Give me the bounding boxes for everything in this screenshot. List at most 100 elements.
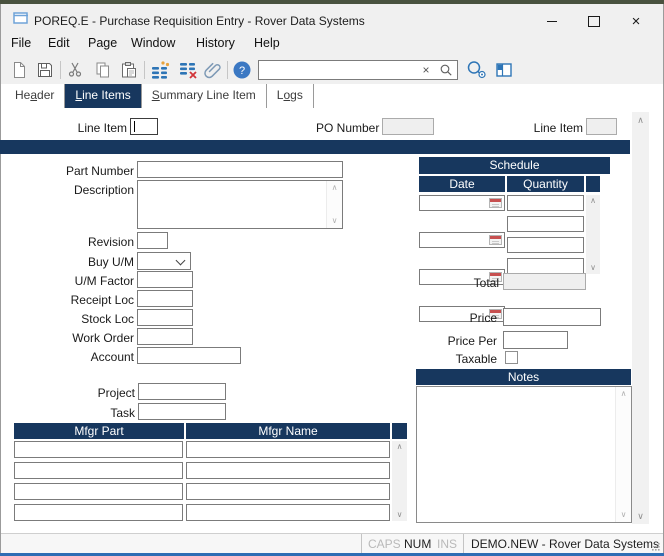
account-input[interactable] <box>137 347 241 364</box>
delete-line-button[interactable] <box>176 58 200 82</box>
revision-input[interactable] <box>137 232 168 249</box>
line-item-label: Line Item <box>60 121 127 135</box>
scroll-down-icon[interactable]: ∨ <box>632 508 649 524</box>
task-input[interactable] <box>138 403 226 420</box>
attachment-button[interactable] <box>201 58 225 82</box>
menu-window[interactable]: Window <box>131 30 175 57</box>
mfgr-name-input[interactable] <box>186 504 390 521</box>
toolbar-separator <box>144 61 145 79</box>
clear-search-icon[interactable]: × <box>419 62 433 78</box>
copy-button[interactable] <box>91 58 115 82</box>
line-item-input[interactable] <box>130 118 158 135</box>
layout-button[interactable] <box>492 58 516 82</box>
menu-file[interactable]: File <box>11 30 31 57</box>
mfgr-name-input[interactable] <box>186 483 390 500</box>
main-scrollbar[interactable]: ∧ ∨ <box>632 112 649 524</box>
cut-button[interactable] <box>64 58 88 82</box>
work-order-label: Work Order <box>34 331 134 345</box>
scroll-up-icon[interactable]: ∧ <box>616 388 631 400</box>
scroll-up-icon[interactable]: ∧ <box>632 112 649 128</box>
date-picker-button[interactable] <box>489 198 502 208</box>
search-icon[interactable] <box>439 63 453 80</box>
menu-history[interactable]: History <box>196 30 235 57</box>
taxable-label: Taxable <box>397 352 497 366</box>
scroll-down-icon[interactable]: ∨ <box>392 509 407 521</box>
mfgr-scrollbar[interactable]: ∧ ∨ <box>392 441 407 521</box>
toolbar-separator <box>60 61 61 79</box>
help-icon: ? <box>231 59 253 81</box>
mfgr-part-column-header: Mfgr Part <box>14 423 184 439</box>
stock-loc-input[interactable] <box>137 309 193 326</box>
mfgr-name-input[interactable] <box>186 462 390 479</box>
scroll-up-icon[interactable]: ∧ <box>392 441 407 453</box>
scroll-up-icon[interactable]: ∧ <box>586 195 600 207</box>
schedule-quantity-input[interactable] <box>507 237 584 253</box>
scroll-down-icon[interactable]: ∨ <box>586 262 600 274</box>
save-icon <box>34 59 56 81</box>
minimize-icon <box>547 21 557 22</box>
section-divider <box>0 140 630 154</box>
tab-summary-line-item[interactable]: Summary Line Item <box>142 84 267 108</box>
receipt-loc-input[interactable] <box>137 290 193 307</box>
description-scrollbar[interactable]: ∧ ∨ <box>326 181 342 228</box>
stock-loc-label: Stock Loc <box>34 312 134 326</box>
notes-textarea[interactable]: ∧ ∨ <box>416 386 632 523</box>
lookup-button[interactable] <box>465 58 489 82</box>
menu-page[interactable]: Page <box>88 30 117 57</box>
new-document-button[interactable] <box>7 58 31 82</box>
receipt-loc-label: Receipt Loc <box>34 293 134 307</box>
scroll-up-icon[interactable]: ∧ <box>327 182 342 194</box>
price-input[interactable] <box>503 308 601 326</box>
account-label: Account <box>34 350 134 364</box>
ins-indicator: INS <box>437 537 457 551</box>
menu-edit[interactable]: Edit <box>48 30 70 57</box>
insert-row-icon <box>149 59 171 81</box>
taxable-checkbox[interactable] <box>505 351 518 364</box>
num-indicator: NUM <box>404 537 431 551</box>
mfgr-part-input[interactable] <box>14 462 183 479</box>
schedule-quantity-input[interactable] <box>507 258 584 274</box>
mfgr-part-input[interactable] <box>14 483 183 500</box>
schedule-date-input[interactable] <box>419 195 505 211</box>
paste-button[interactable] <box>117 58 141 82</box>
scroll-down-icon[interactable]: ∨ <box>616 509 631 521</box>
insert-line-button[interactable] <box>148 58 172 82</box>
menu-help[interactable]: Help <box>254 30 280 57</box>
paste-icon <box>118 59 140 81</box>
project-input[interactable] <box>138 383 226 400</box>
schedule-quantity-input[interactable] <box>507 195 584 211</box>
mfgr-name-input[interactable] <box>186 441 390 458</box>
notes-scrollbar[interactable]: ∧ ∨ <box>615 387 631 522</box>
um-factor-input[interactable] <box>137 271 193 288</box>
search-input[interactable] <box>261 62 425 80</box>
project-label: Project <box>35 386 135 400</box>
part-number-input[interactable] <box>137 161 343 178</box>
line-item2-input <box>586 118 617 135</box>
status-separator <box>463 534 464 553</box>
scroll-down-icon[interactable]: ∨ <box>327 215 342 227</box>
search-box: × <box>258 60 458 80</box>
work-order-input[interactable] <box>137 328 193 345</box>
date-picker-button[interactable] <box>489 235 502 245</box>
lookup-icon <box>465 59 489 81</box>
description-textarea[interactable]: ∧ ∨ <box>137 180 343 229</box>
window-resize-grip[interactable] <box>650 541 661 555</box>
mfgr-part-input[interactable] <box>14 504 183 521</box>
save-button[interactable] <box>33 58 57 82</box>
schedule-quantity-input[interactable] <box>507 216 584 232</box>
tab-logs[interactable]: Logs <box>267 84 314 108</box>
mfgr-part-input[interactable] <box>14 441 183 458</box>
tab-header[interactable]: Header <box>5 84 65 108</box>
schedule-date-input[interactable] <box>419 232 505 248</box>
buy-um-select[interactable] <box>137 252 191 270</box>
tab-line-items[interactable]: Line Items <box>65 84 141 108</box>
menu-bar: File Edit Page Window History Help <box>1 30 663 57</box>
toolbar: ? × <box>1 57 663 84</box>
schedule-header: Schedule <box>419 157 610 174</box>
schedule-scrollbar[interactable]: ∧ ∨ <box>586 195 600 274</box>
line-item2-label: Line Item <box>521 121 583 135</box>
app-icon <box>13 11 29 28</box>
price-per-input[interactable] <box>503 331 568 349</box>
help-button[interactable]: ? <box>230 58 254 82</box>
tab-bar: Header Line Items Summary Line Item Logs <box>1 84 663 108</box>
